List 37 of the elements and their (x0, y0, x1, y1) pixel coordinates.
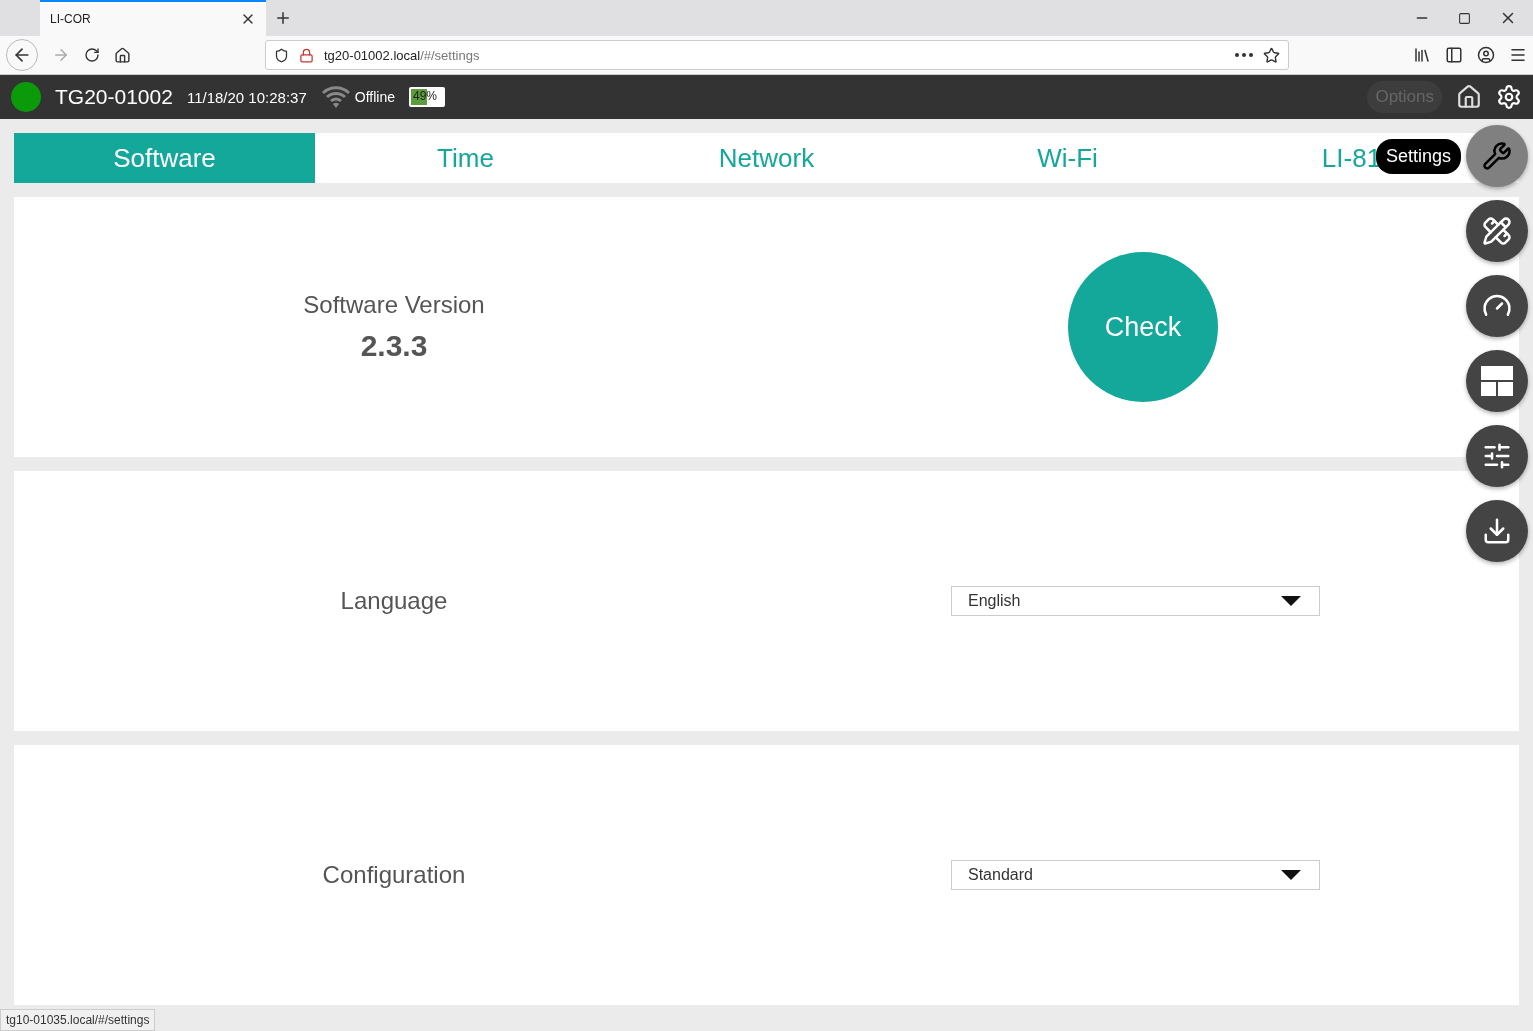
menu-icon[interactable] (1509, 46, 1527, 64)
setting-label: Configuration (322, 861, 466, 889)
status-dot (11, 82, 41, 112)
reload-icon[interactable] (84, 47, 100, 63)
settings-icon[interactable] (1496, 84, 1522, 110)
side-button[interactable] (1466, 125, 1528, 187)
account-icon[interactable] (1477, 46, 1495, 64)
check-button[interactable]: Check (1068, 252, 1218, 402)
status-url: tg10-01035.local/#/settings (0, 1009, 156, 1031)
url-text: tg20-01002.local/#/settings (324, 47, 480, 63)
dropdown[interactable]: Standard (951, 860, 1320, 890)
tab[interactable]: Software (14, 133, 315, 183)
download-icon (1482, 516, 1512, 546)
maximize-icon[interactable] (1458, 11, 1471, 25)
more-icon[interactable] (1235, 53, 1253, 57)
lock-icon (299, 47, 314, 63)
star-icon[interactable] (1263, 46, 1280, 64)
date-time: 11/18/20 10:28:37 (186, 88, 307, 106)
setting-label: Software Version (303, 291, 485, 319)
wrench-icon (1482, 141, 1512, 171)
wifi-icon (320, 85, 351, 109)
layout-icon (1481, 366, 1513, 396)
sliders-icon (1482, 441, 1512, 471)
home-icon[interactable] (114, 46, 131, 64)
setting-label: Language (340, 587, 448, 615)
url-field[interactable]: tg20-01002.local/#/settings (265, 40, 1289, 70)
device-name: TG20-01002 (55, 85, 173, 109)
browser-tab[interactable]: LI-COR (40, 0, 266, 36)
sidebar-icon[interactable] (1445, 46, 1463, 64)
library-icon[interactable] (1413, 46, 1431, 64)
shield-icon (274, 47, 289, 63)
caret-icon (1281, 870, 1301, 880)
version-text: 2.3.3 (360, 329, 428, 363)
dropdown[interactable]: English (951, 586, 1320, 616)
home-icon[interactable] (1456, 84, 1482, 110)
network-status: Offline (354, 89, 395, 105)
caret-icon (1281, 596, 1301, 606)
